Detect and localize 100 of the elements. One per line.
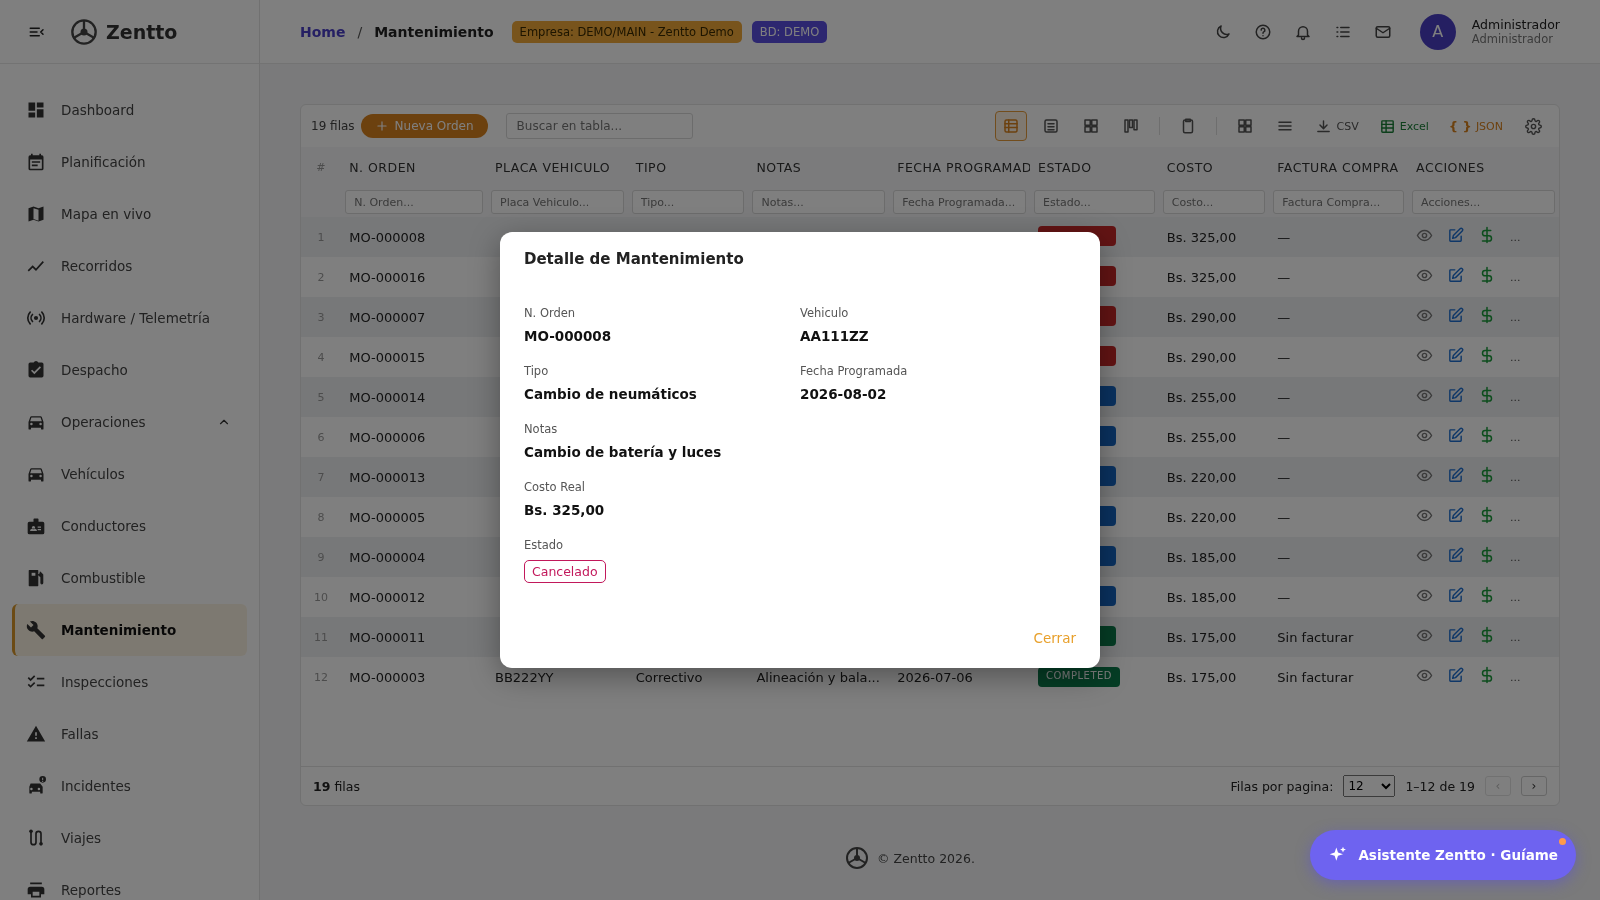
- more-actions[interactable]: ...: [1510, 630, 1521, 644]
- column-header[interactable]: N. ORDEN: [341, 147, 487, 187]
- sidebar-item[interactable]: Fallas: [12, 708, 247, 760]
- table-cell: MO-000008: [341, 217, 487, 257]
- table-cell: —: [1269, 337, 1409, 377]
- table-cell: BB222YY: [487, 657, 628, 697]
- eye-icon: [1416, 427, 1434, 444]
- new-order-button[interactable]: Nueva Orden: [360, 114, 488, 138]
- filter-field[interactable]: N. Orden...: [345, 190, 483, 214]
- column-header[interactable]: TIPO: [627, 147, 749, 187]
- filter-field[interactable]: Factura Compra...: [1273, 190, 1405, 214]
- table-cell: MO-000014: [341, 377, 487, 417]
- user-role: Administrador: [1471, 32, 1554, 46]
- logo-icon: [70, 17, 98, 46]
- route-icon: [26, 828, 46, 848]
- help-icon: [1253, 22, 1272, 41]
- next-page-button[interactable]: ›: [1521, 776, 1547, 796]
- view-toggle-button[interactable]: [995, 111, 1028, 141]
- filter-field[interactable]: Acciones...: [1412, 190, 1555, 214]
- breadcrumb-link[interactable]: Home: [300, 23, 346, 40]
- more-actions[interactable]: ...: [1510, 510, 1521, 524]
- table-cell: MO-000003: [341, 657, 487, 697]
- columns-icon: [1122, 117, 1141, 135]
- column-header[interactable]: FACTURA COMPRA: [1269, 147, 1409, 187]
- field-value: Cambio de batería y luces: [524, 444, 723, 460]
- warning-icon: [26, 724, 46, 744]
- column-header[interactable]: NOTAS: [748, 147, 890, 187]
- edit-icon: [1447, 347, 1465, 364]
- table-cell: MO-000015: [341, 337, 487, 377]
- sidebar-item[interactable]: Incidentes: [12, 760, 247, 812]
- table-icon: [1002, 117, 1021, 135]
- export-button[interactable]: CSV: [1309, 115, 1365, 137]
- search-field[interactable]: Buscar en tabla...: [505, 113, 693, 139]
- export-button[interactable]: { } JSON: [1442, 116, 1509, 136]
- filter-field[interactable]: Notas...: [752, 190, 886, 214]
- car-alert-icon: [26, 776, 46, 796]
- eye-icon: [1416, 387, 1434, 404]
- column-header[interactable]: #: [301, 147, 342, 187]
- edit-icon: [1447, 387, 1465, 404]
- brand-name: Zentto: [106, 20, 178, 43]
- close-button[interactable]: Cerrar: [1033, 626, 1076, 650]
- table-cell: MO-000006: [341, 417, 487, 457]
- sidebar-item[interactable]: Hardware / Telemetría: [12, 292, 247, 344]
- column-header[interactable]: ACCIONES: [1408, 147, 1559, 187]
- download-icon: [1315, 117, 1333, 135]
- table-cell: —: [1269, 297, 1409, 337]
- export-button[interactable]: Excel: [1372, 115, 1435, 137]
- edit-icon: [1447, 307, 1465, 324]
- more-actions[interactable]: ...: [1510, 230, 1521, 244]
- filter-field[interactable]: Estado...: [1034, 190, 1155, 214]
- filter-field[interactable]: Costo...: [1162, 190, 1266, 214]
- more-actions[interactable]: ...: [1510, 470, 1521, 484]
- eye-icon: [1416, 587, 1434, 604]
- assistant-button[interactable]: Asistente Zentto · Guíame: [1310, 830, 1576, 880]
- sidebar-item[interactable]: Operaciones: [12, 396, 247, 448]
- sidebar-item[interactable]: Despacho: [12, 344, 247, 396]
- sidebar-item[interactable]: Mapa en vivo: [12, 188, 247, 240]
- table-cell: —: [1269, 217, 1409, 257]
- column-header[interactable]: COSTO: [1158, 147, 1270, 187]
- sidebar-item[interactable]: Dashboard: [12, 84, 247, 136]
- sidebar-item[interactable]: Viajes: [12, 812, 247, 864]
- more-actions[interactable]: ...: [1510, 270, 1521, 284]
- filter-field[interactable]: Placa Vehiculo...: [491, 190, 624, 214]
- filter-field[interactable]: Tipo...: [631, 190, 745, 214]
- more-actions[interactable]: ...: [1510, 590, 1521, 604]
- sidebar-item[interactable]: Inspecciones: [12, 656, 247, 708]
- more-actions[interactable]: ...: [1510, 550, 1521, 564]
- edit-icon: [1447, 587, 1465, 604]
- sidebar-item[interactable]: Planificación: [12, 136, 247, 188]
- column-header[interactable]: ESTADO: [1030, 147, 1159, 187]
- table-cell: MO-000016: [341, 257, 487, 297]
- more-actions[interactable]: ...: [1510, 670, 1521, 684]
- rows-per-page-label: Filas por pagina:: [1230, 778, 1334, 794]
- more-actions[interactable]: ...: [1510, 390, 1521, 404]
- edit-icon: [1447, 667, 1465, 684]
- eye-icon: [1416, 227, 1434, 244]
- more-actions[interactable]: ...: [1510, 430, 1521, 444]
- sidebar-item[interactable]: Combustible: [12, 552, 247, 604]
- sidebar-item[interactable]: Conductores: [12, 500, 247, 552]
- sidebar-item[interactable]: Reportes: [12, 864, 247, 900]
- table-cell: MO-000012: [341, 577, 487, 617]
- table-cell-text: 2026-07-06: [896, 668, 974, 687]
- filter-field[interactable]: Fecha Programada...: [893, 190, 1026, 214]
- table-cell: Bs. 255,00: [1158, 417, 1270, 457]
- field-value: 2026-08-02: [800, 386, 888, 402]
- table-cell: Sin facturar: [1269, 617, 1409, 657]
- dialog-title: Detalle de Mantenimiento: [524, 250, 745, 268]
- table-cell: MO-000011: [341, 617, 487, 657]
- field-label: Vehiculo: [800, 306, 850, 320]
- more-actions[interactable]: ...: [1510, 350, 1521, 364]
- spreadsheet-icon: [1378, 117, 1396, 135]
- field-label: Tipo: [524, 364, 550, 378]
- sidebar-item[interactable]: Mantenimiento: [12, 604, 247, 656]
- user-avatar[interactable]: A: [1419, 13, 1456, 50]
- field-label: Notas: [524, 422, 559, 436]
- sidebar-item[interactable]: Vehículos: [12, 448, 247, 500]
- column-header[interactable]: PLACA VEHICULO: [487, 147, 628, 187]
- rows-per-page-select[interactable]: 12: [1343, 775, 1396, 797]
- more-actions[interactable]: ...: [1510, 310, 1521, 324]
- sidebar-item[interactable]: Recorridos: [12, 240, 247, 292]
